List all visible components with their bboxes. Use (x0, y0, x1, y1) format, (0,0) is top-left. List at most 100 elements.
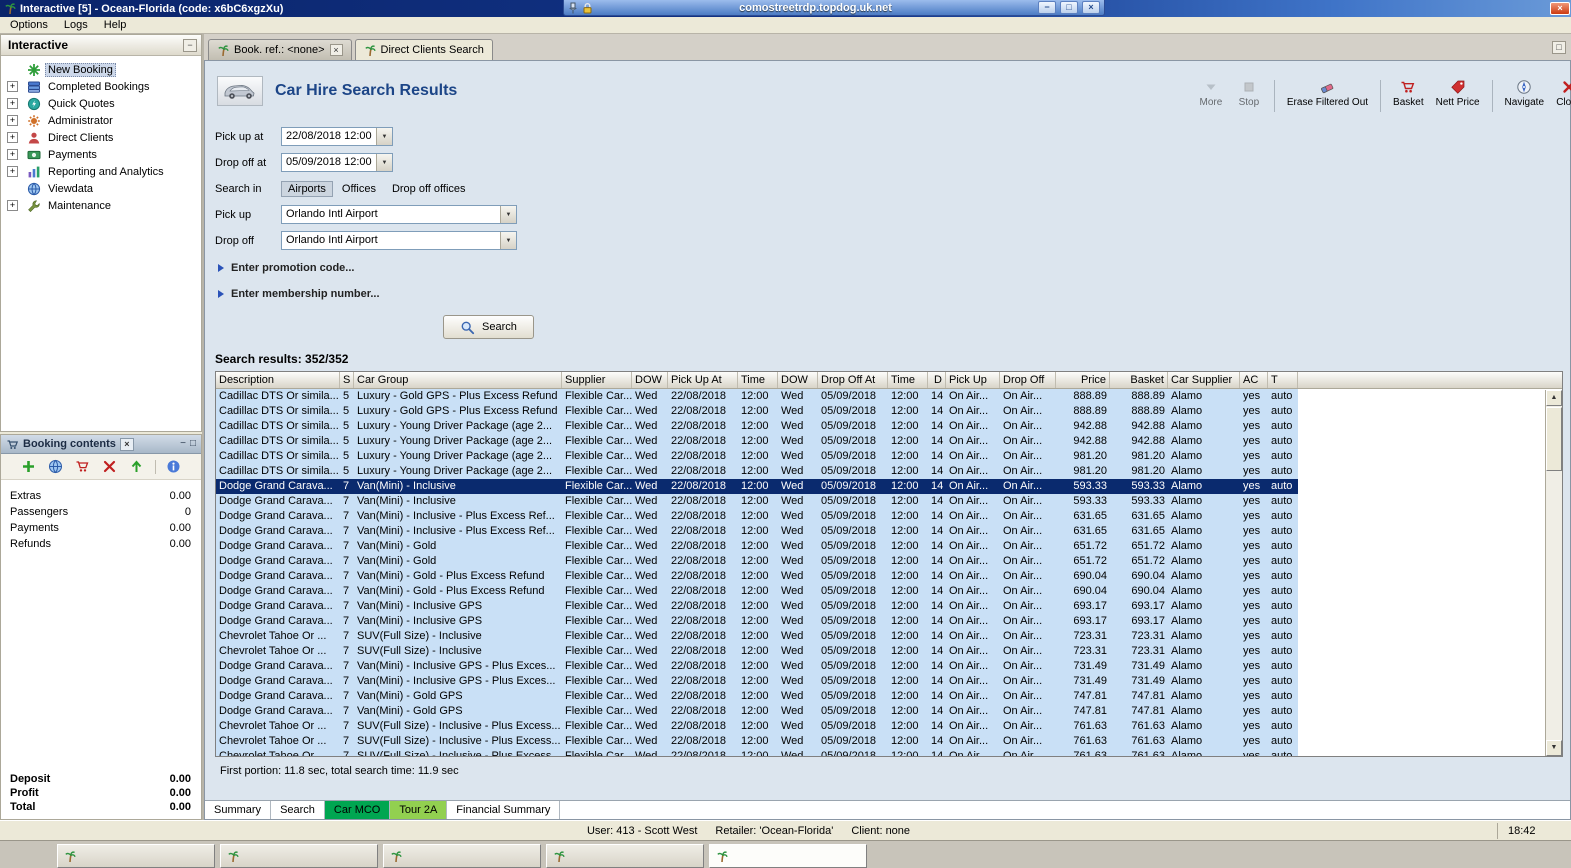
taskbar-button[interactable] (383, 844, 541, 868)
column-header-price-13[interactable]: Price (1056, 372, 1110, 388)
panel-minimize-icon[interactable]: − (180, 439, 186, 449)
column-header-dow-4[interactable]: DOW (632, 372, 668, 388)
menu-logs[interactable]: Logs (56, 18, 96, 32)
result-row[interactable]: Cadillac DTS Or simila...5Luxury - Gold … (216, 404, 1298, 419)
upload-button[interactable] (128, 458, 146, 476)
booking-contents-close-button[interactable]: × (120, 438, 134, 451)
add-button[interactable] (20, 458, 38, 476)
column-header-pick-up-at-5[interactable]: Pick Up At (668, 372, 738, 388)
result-row[interactable]: Chevrolet Tahoe Or ...7SUV(Full Size) - … (216, 734, 1298, 749)
info-button[interactable] (165, 458, 183, 476)
membership-number-expander[interactable]: Enter membership number... (218, 286, 1570, 302)
expand-plus-icon[interactable]: + (7, 166, 18, 177)
panel-float-icon[interactable]: □ (190, 439, 196, 449)
result-row[interactable]: Cadillac DTS Or simila...5Luxury - Young… (216, 449, 1298, 464)
chevron-down-icon[interactable]: ▼ (376, 128, 392, 145)
tab-book-ref-none[interactable]: Book. ref.: <none>× (208, 39, 352, 60)
rdp-minimize-button[interactable]: − (1038, 1, 1056, 14)
result-row[interactable]: Cadillac DTS Or simila...5Luxury - Gold … (216, 389, 1298, 404)
bottom-tab-search[interactable]: Search (271, 801, 325, 819)
erase-filtered-out-button[interactable]: Erase Filtered Out (1283, 78, 1372, 109)
expand-plus-icon[interactable]: + (7, 115, 18, 126)
search-in-drop-off-offices[interactable]: Drop off offices (385, 181, 473, 197)
rdp-close-button[interactable]: × (1082, 1, 1100, 14)
result-row[interactable]: Dodge Grand Carava...7Van(Mini) - Gold G… (216, 704, 1298, 719)
result-row[interactable]: Cadillac DTS Or simila...5Luxury - Young… (216, 419, 1298, 434)
column-header-basket-14[interactable]: Basket (1110, 372, 1168, 388)
taskbar-button[interactable] (57, 844, 215, 868)
bottom-tab-tour-2a[interactable]: Tour 2A (390, 801, 447, 819)
sidebar-item-administrator[interactable]: +Administrator (1, 112, 201, 129)
taskbar-button[interactable] (709, 844, 867, 868)
search-in-airports[interactable]: Airports (281, 181, 333, 197)
basket-cart-button[interactable] (74, 458, 92, 476)
result-row[interactable]: Dodge Grand Carava...7Van(Mini) - Inclus… (216, 599, 1298, 614)
nett-price-button[interactable]: Nett Price (1432, 78, 1484, 109)
result-row[interactable]: Dodge Grand Carava...7Van(Mini) - Inclus… (216, 674, 1298, 689)
result-row[interactable]: Chevrolet Tahoe Or ...7SUV(Full Size) - … (216, 644, 1298, 659)
vertical-scrollbar[interactable]: ▲ ▼ (1545, 390, 1562, 756)
column-header-s-1[interactable]: S (340, 372, 354, 388)
menu-help[interactable]: Help (96, 18, 135, 32)
result-row[interactable]: Dodge Grand Carava...7Van(Mini) - Inclus… (216, 494, 1298, 509)
result-row[interactable]: Dodge Grand Carava...7Van(Mini) - Inclus… (216, 659, 1298, 674)
sidebar-item-maintenance[interactable]: +Maintenance (1, 197, 201, 214)
expand-plus-icon[interactable]: + (7, 132, 18, 143)
result-row[interactable]: Dodge Grand Carava...7Van(Mini) - GoldFl… (216, 554, 1298, 569)
column-header-time-9[interactable]: Time (888, 372, 928, 388)
scroll-down-arrow[interactable]: ▼ (1546, 740, 1562, 756)
column-header-car-group-2[interactable]: Car Group (354, 372, 562, 388)
result-row[interactable]: Cadillac DTS Or simila...5Luxury - Young… (216, 464, 1298, 479)
tab-close-icon[interactable]: × (330, 44, 343, 56)
search-in-offices[interactable]: Offices (335, 181, 383, 197)
expand-plus-icon[interactable]: + (7, 98, 18, 109)
column-header-car-supplier-15[interactable]: Car Supplier (1168, 372, 1240, 388)
column-header-drop-off-12[interactable]: Drop Off (1000, 372, 1056, 388)
expand-plus-icon[interactable]: + (7, 81, 18, 92)
sidebar-item-completed-bookings[interactable]: +Completed Bookings (1, 78, 201, 95)
dropoff-at-select[interactable]: 05/09/2018 12:00 ▼ (281, 153, 393, 172)
column-header-t-17[interactable]: T (1268, 372, 1298, 388)
bottom-tab-financial-summary[interactable]: Financial Summary (447, 801, 560, 819)
result-row[interactable]: Chevrolet Tahoe Or ...7SUV(Full Size) - … (216, 749, 1298, 756)
globe-button[interactable] (47, 458, 65, 476)
chevron-down-icon[interactable]: ▼ (500, 232, 516, 249)
column-header-description-0[interactable]: Description (216, 372, 340, 388)
sidebar-item-viewdata[interactable]: Viewdata (1, 180, 201, 197)
chevron-down-icon[interactable]: ▼ (376, 154, 392, 171)
column-header-dow-7[interactable]: DOW (778, 372, 818, 388)
window-close-button[interactable]: × (1550, 2, 1570, 15)
rdp-restore-button[interactable]: □ (1060, 1, 1078, 14)
column-header-time-6[interactable]: Time (738, 372, 778, 388)
taskbar-button[interactable] (220, 844, 378, 868)
column-header-d-10[interactable]: D (928, 372, 946, 388)
tabstrip-corner-button[interactable]: □ (1552, 41, 1566, 54)
result-row[interactable]: Chevrolet Tahoe Or ...7SUV(Full Size) - … (216, 719, 1298, 734)
result-row[interactable]: Dodge Grand Carava...7Van(Mini) - GoldFl… (216, 539, 1298, 554)
pickup-location-select[interactable]: Orlando Intl Airport ▼ (281, 205, 517, 224)
bottom-tab-car-mco[interactable]: Car MCO (325, 801, 390, 819)
sidebar-item-payments[interactable]: +Payments (1, 146, 201, 163)
dropoff-location-select[interactable]: Orlando Intl Airport ▼ (281, 231, 517, 250)
panel-pin-button[interactable]: − (183, 39, 197, 52)
chevron-down-icon[interactable]: ▼ (500, 206, 516, 223)
result-row[interactable]: Dodge Grand Carava...7Van(Mini) - Gold -… (216, 584, 1298, 599)
sidebar-item-quick-quotes[interactable]: +Quick Quotes (1, 95, 201, 112)
close-button[interactable]: Close (1552, 78, 1571, 109)
navigate-button[interactable]: Navigate (1501, 78, 1548, 109)
result-row[interactable]: Dodge Grand Carava...7Van(Mini) - Gold G… (216, 689, 1298, 704)
scroll-up-arrow[interactable]: ▲ (1546, 390, 1562, 406)
result-row[interactable]: Dodge Grand Carava...7Van(Mini) - Inclus… (216, 479, 1298, 494)
result-row[interactable]: Dodge Grand Carava...7Van(Mini) - Inclus… (216, 524, 1298, 539)
column-header-pick-up-11[interactable]: Pick Up (946, 372, 1000, 388)
sidebar-item-direct-clients[interactable]: +Direct Clients (1, 129, 201, 146)
result-row[interactable]: Dodge Grand Carava...7Van(Mini) - Inclus… (216, 614, 1298, 629)
expand-plus-icon[interactable]: + (7, 200, 18, 211)
basket-button[interactable]: Basket (1389, 78, 1428, 109)
tab-direct-clients-search[interactable]: Direct Clients Search (355, 39, 493, 60)
promotion-code-expander[interactable]: Enter promotion code... (218, 260, 1570, 276)
delete-button[interactable] (101, 458, 119, 476)
result-row[interactable]: Dodge Grand Carava...7Van(Mini) - Inclus… (216, 509, 1298, 524)
scrollbar-thumb[interactable] (1546, 407, 1562, 471)
sidebar-item-new-booking[interactable]: New Booking (1, 61, 201, 78)
